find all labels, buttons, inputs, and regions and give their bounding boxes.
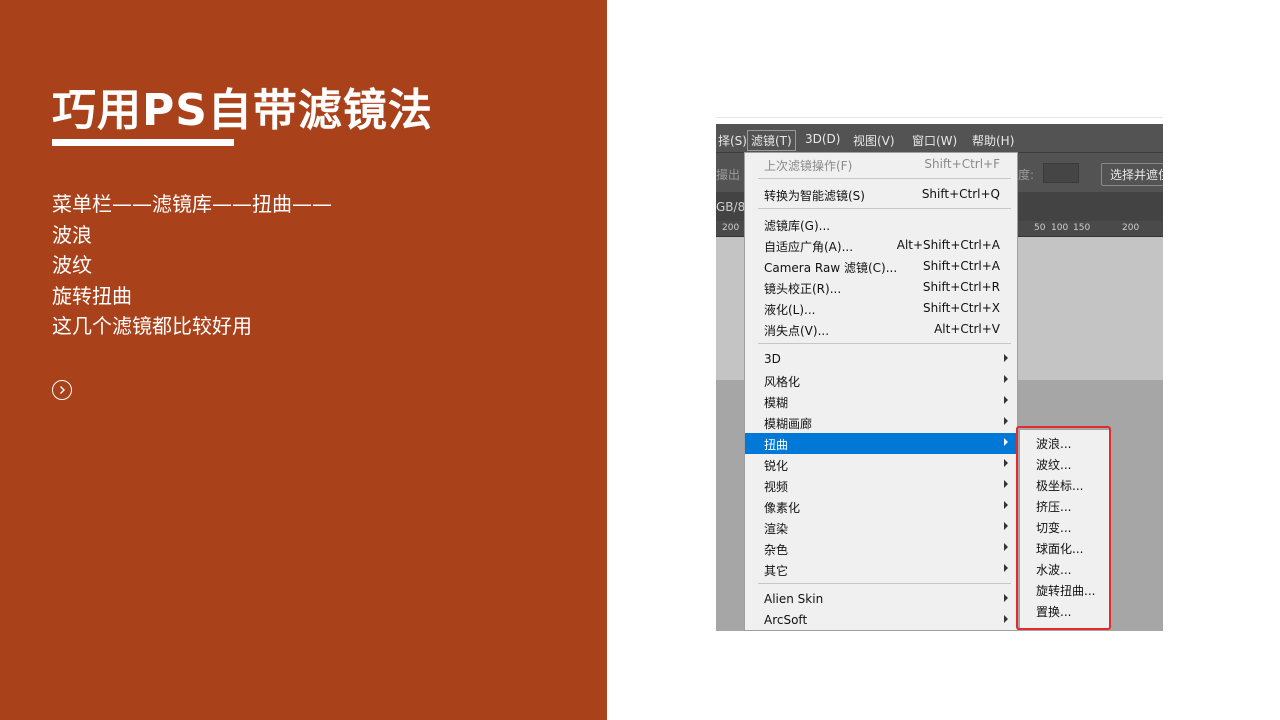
menu-item-label: ArcSoft bbox=[764, 613, 808, 627]
menu-item-label: 模糊画廊 bbox=[764, 417, 813, 431]
submenu-arrow-icon bbox=[1004, 396, 1008, 404]
menu-item-label: 像素化 bbox=[764, 501, 801, 515]
menu-item-filter-gallery[interactable]: 滤镜库(G)... bbox=[745, 214, 1017, 235]
menu-item-label: 上次滤镜操作(F) bbox=[764, 159, 853, 173]
menu-item-label: Alien Skin bbox=[764, 592, 824, 606]
menu-item-adaptive-wide-angle[interactable]: 自适应广角(A)... Alt+Shift+Ctrl+A bbox=[745, 235, 1017, 256]
ruler-tick: 150 bbox=[1073, 223, 1091, 233]
menu-select[interactable]: 择(S) bbox=[718, 132, 747, 149]
menu-item-other[interactable]: 其它 bbox=[745, 559, 1017, 580]
menu-item-3d[interactable]: 3D bbox=[745, 349, 1017, 370]
menu-item-label: 模糊 bbox=[764, 396, 789, 410]
opacity-input[interactable] bbox=[1043, 163, 1079, 183]
left-panel: 巧用PS自带滤镜法 菜单栏——滤镜库——扭曲—— 波浪 波纹 旋转扭曲 这几个滤… bbox=[0, 0, 607, 720]
opacity-label: 度: bbox=[1018, 168, 1035, 182]
body-text: 菜单栏——滤镜库——扭曲—— 波浪 波纹 旋转扭曲 这几个滤镜都比较好用 bbox=[52, 189, 332, 342]
submenu-arrow-icon bbox=[1004, 522, 1008, 530]
menu-item-shortcut: Shift+Ctrl+F bbox=[924, 157, 1000, 171]
menu-item-shortcut: Shift+Ctrl+A bbox=[923, 259, 1000, 273]
title-underline bbox=[52, 139, 234, 146]
menu-separator bbox=[758, 178, 1011, 179]
menu-item-alien-skin[interactable]: Alien Skin bbox=[745, 589, 1017, 610]
body-line: 波纹 bbox=[52, 253, 92, 277]
slide-title: 巧用PS自带滤镜法 bbox=[52, 85, 433, 136]
menu-item-label: 视频 bbox=[764, 480, 789, 494]
submenu-arrow-icon bbox=[1004, 501, 1008, 509]
menu-window[interactable]: 窗口(W) bbox=[912, 132, 957, 149]
ps-menubar: 择(S) 滤镜(T) 3D(D) 视图(V) 窗口(W) 帮助(H) bbox=[716, 124, 1163, 152]
photoshop-screenshot: 择(S) 滤镜(T) 3D(D) 视图(V) 窗口(W) 帮助(H) 撮出 度:… bbox=[716, 124, 1163, 631]
menu-item-video[interactable]: 视频 bbox=[745, 475, 1017, 496]
menu-item-label: 渲染 bbox=[764, 522, 789, 536]
submenu-arrow-icon bbox=[1004, 594, 1008, 602]
select-and-mask-button[interactable]: 选择并遮住 bbox=[1101, 163, 1163, 186]
submenu-arrow-icon bbox=[1004, 543, 1008, 551]
menu-separator bbox=[758, 343, 1011, 344]
submenu-arrow-icon bbox=[1004, 564, 1008, 572]
menu-item-shortcut: Alt+Shift+Ctrl+A bbox=[896, 238, 1000, 252]
menu-item-label: 自适应广角(A)... bbox=[764, 240, 854, 254]
menu-filter[interactable]: 滤镜(T) bbox=[747, 130, 796, 151]
submenu-arrow-icon bbox=[1004, 354, 1008, 362]
menu-item-blur-gallery[interactable]: 模糊画廊 bbox=[745, 412, 1017, 433]
menu-separator bbox=[758, 208, 1011, 209]
body-line: 菜单栏——滤镜库——扭曲—— bbox=[52, 192, 332, 216]
submenu-arrow-icon bbox=[1004, 438, 1008, 446]
menu-item-vanishing-point[interactable]: 消失点(V)... Alt+Ctrl+V bbox=[745, 319, 1017, 340]
menu-item-label: 液化(L)... bbox=[764, 303, 816, 317]
body-line: 这几个滤镜都比较好用 bbox=[52, 314, 252, 338]
menu-item-label: 杂色 bbox=[764, 543, 789, 557]
menu-item-shortcut: Shift+Ctrl+Q bbox=[921, 187, 1000, 201]
menu-item-label: 锐化 bbox=[764, 459, 789, 473]
doc-tab-fragment[interactable]: GB/8 bbox=[716, 200, 745, 214]
ruler-tick: 200 bbox=[722, 223, 740, 233]
ruler-tick: 100 bbox=[1051, 223, 1069, 233]
ruler-tick: 200 bbox=[1122, 223, 1140, 233]
menu-item-shortcut: Shift+Ctrl+X bbox=[923, 301, 1000, 315]
chevron-right-circle-icon bbox=[60, 386, 65, 394]
screenshot-top-border bbox=[716, 117, 1163, 118]
menu-item-label: 消失点(V)... bbox=[764, 324, 830, 338]
menu-help[interactable]: 帮助(H) bbox=[972, 132, 1014, 149]
menu-item-sharpen[interactable]: 锐化 bbox=[745, 454, 1017, 475]
menu-item-label: 转换为智能滤镜(S) bbox=[764, 189, 865, 203]
menu-item-render[interactable]: 渲染 bbox=[745, 517, 1017, 538]
menu-item-label: 扭曲 bbox=[764, 438, 789, 452]
filter-menu-dropdown: 上次滤镜操作(F) Shift+Ctrl+F 转换为智能滤镜(S) Shift+… bbox=[744, 152, 1018, 631]
menu-item-label: 滤镜库(G)... bbox=[764, 219, 831, 233]
submenu-arrow-icon bbox=[1004, 480, 1008, 488]
menu-separator bbox=[758, 583, 1011, 584]
submenu-arrow-icon bbox=[1004, 615, 1008, 623]
menu-item-arcsoft[interactable]: ArcSoft bbox=[745, 610, 1017, 631]
menu-item-shortcut: Shift+Ctrl+R bbox=[922, 280, 1000, 294]
menu-item-liquify[interactable]: 液化(L)... Shift+Ctrl+X bbox=[745, 298, 1017, 319]
menu-item-label: Camera Raw 滤镜(C)... bbox=[764, 261, 898, 275]
menu-item-label: 其它 bbox=[764, 564, 789, 578]
menu-item-lens-correction[interactable]: 镜头校正(R)... Shift+Ctrl+R bbox=[745, 277, 1017, 298]
submenu-arrow-icon bbox=[1004, 459, 1008, 467]
menu-view[interactable]: 视图(V) bbox=[853, 132, 895, 149]
submenu-arrow-icon bbox=[1004, 375, 1008, 383]
menu-item-stylize[interactable]: 风格化 bbox=[745, 370, 1017, 391]
menu-item-pixelate[interactable]: 像素化 bbox=[745, 496, 1017, 517]
body-line: 旋转扭曲 bbox=[52, 283, 132, 308]
menu-item-camera-raw[interactable]: Camera Raw 滤镜(C)... Shift+Ctrl+A bbox=[745, 256, 1017, 277]
menu-item-last-filter[interactable]: 上次滤镜操作(F) Shift+Ctrl+F bbox=[745, 154, 1017, 175]
red-callout-box bbox=[1016, 426, 1111, 630]
menu-item-shortcut: Alt+Ctrl+V bbox=[934, 322, 1000, 336]
body-line: 波浪 bbox=[52, 222, 92, 247]
menu-item-noise[interactable]: 杂色 bbox=[745, 538, 1017, 559]
menu-item-distort[interactable]: 扭曲 bbox=[745, 433, 1017, 454]
menu-item-label: 镜头校正(R)... bbox=[764, 282, 842, 296]
menu-item-convert-smart-filter[interactable]: 转换为智能滤镜(S) Shift+Ctrl+Q bbox=[745, 184, 1017, 205]
next-slide-button[interactable] bbox=[52, 380, 72, 400]
menu-3d[interactable]: 3D(D) bbox=[805, 132, 840, 146]
options-fragment: 撮出 bbox=[716, 168, 741, 182]
submenu-arrow-icon bbox=[1004, 417, 1008, 425]
ruler-tick: 50 bbox=[1034, 223, 1046, 233]
menu-item-label: 3D bbox=[764, 352, 781, 366]
menu-item-label: 风格化 bbox=[764, 375, 801, 389]
menu-item-blur[interactable]: 模糊 bbox=[745, 391, 1017, 412]
